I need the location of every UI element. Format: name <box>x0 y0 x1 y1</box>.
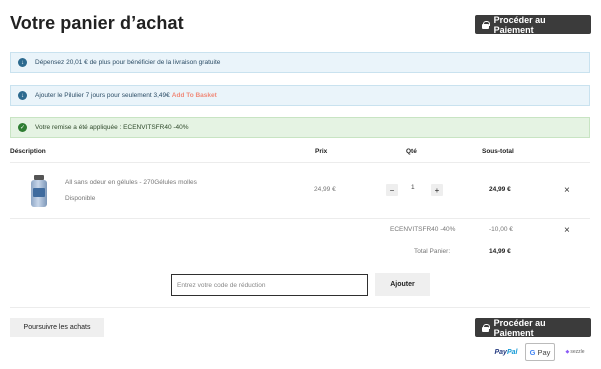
upsell-notice: ↓ Ajouter le Pilulier 7 jours pour seule… <box>10 85 590 106</box>
free-shipping-text: Dépensez 20,01 € de plus pour bénéficier… <box>35 59 221 66</box>
checkout-label: Procéder au Paiement <box>493 317 546 338</box>
total-amount: 14,99 € <box>489 248 511 255</box>
page-title: Votre panier d’achat <box>10 13 184 33</box>
lock-icon <box>482 323 490 332</box>
checkout-button-top[interactable]: Procéder au Paiement <box>475 14 591 35</box>
discount-code-input[interactable] <box>171 274 368 296</box>
add-to-basket-link[interactable]: Add To Basket <box>172 92 217 99</box>
discount-code-label: ECENVITSFR40 -40% <box>390 226 456 233</box>
col-header-subtotal: Sous-total <box>482 148 514 155</box>
checkout-label: Procéder au Paiement <box>493 14 546 35</box>
sezzle-button[interactable]: ◆ sezzle <box>560 343 590 361</box>
table-divider <box>10 218 590 219</box>
upsell-text: Ajouter le Pilulier 7 jours pour seuleme… <box>35 92 170 99</box>
lock-icon <box>482 20 490 29</box>
remove-item-icon[interactable]: × <box>564 186 570 196</box>
remove-discount-icon[interactable]: × <box>564 226 570 236</box>
paypal-logo-a: Pay <box>494 348 507 356</box>
paypal-button[interactable]: Pay Pal <box>490 343 522 361</box>
apply-code-button[interactable]: Ajouter <box>375 273 430 296</box>
sezzle-label: sezzle <box>570 349 585 355</box>
free-shipping-notice: ↓ Dépensez 20,01 € de plus pour bénéfici… <box>10 52 590 73</box>
info-icon: ↓ <box>18 91 27 100</box>
gpay-label: Pay <box>537 347 551 357</box>
table-divider <box>10 162 590 163</box>
google-pay-button[interactable]: G Pay <box>525 343 555 361</box>
qty-increase-button[interactable]: + <box>431 184 443 196</box>
col-header-price: Prix <box>315 148 328 155</box>
product-name[interactable]: All sans odeur en gélules - 270Gélules m… <box>65 179 197 186</box>
col-header-description: Déscription <box>10 148 46 155</box>
google-g-icon: G <box>529 347 536 357</box>
discount-applied-text: Votre remise a été appliquée : ECENVITSF… <box>35 124 189 131</box>
check-icon: ✓ <box>18 123 27 132</box>
total-label: Total Panier: <box>414 248 451 255</box>
sezzle-icon: ◆ <box>565 349 570 355</box>
qty-value[interactable]: 1 <box>411 184 415 191</box>
footer-divider <box>10 307 590 308</box>
paypal-logo-b: Pal <box>506 348 518 356</box>
product-availability: Disponible <box>65 195 96 202</box>
product-subtotal: 24,99 € <box>489 186 511 193</box>
discount-amount: -10,00 € <box>489 226 513 233</box>
col-header-qty: Qté <box>406 148 417 155</box>
product-image[interactable] <box>31 175 47 207</box>
product-price: 24,99 € <box>314 186 336 193</box>
discount-applied-notice: ✓ Votre remise a été appliquée : ECENVIT… <box>10 117 590 138</box>
info-icon: ↓ <box>18 58 27 67</box>
checkout-button-bottom[interactable]: Procéder au Paiement <box>475 317 591 338</box>
qty-decrease-button[interactable]: − <box>386 184 398 196</box>
continue-shopping-button[interactable]: Poursuivre les achats <box>10 318 104 337</box>
